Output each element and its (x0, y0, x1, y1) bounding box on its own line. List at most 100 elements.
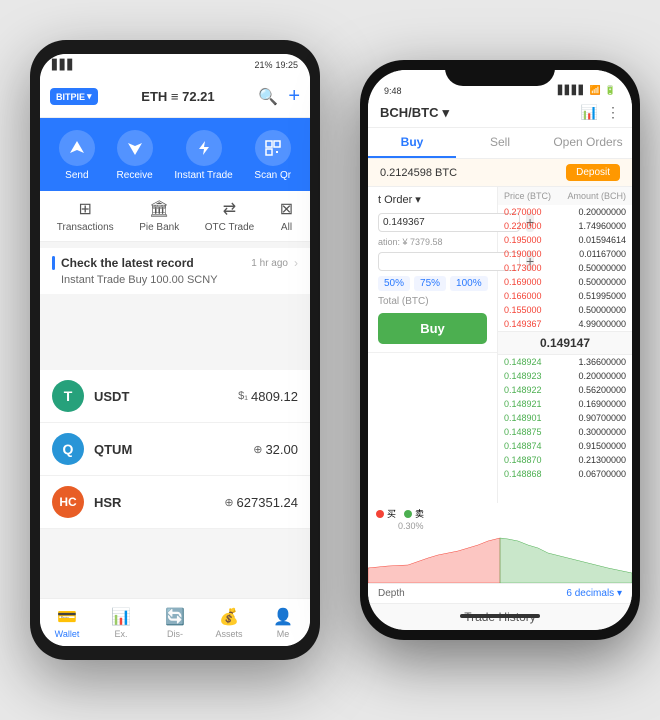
trading-header-icons: 📊 ⋮ (581, 104, 620, 121)
decimals-value: 6 decimals (566, 588, 614, 599)
legend-sell-text: 卖 (415, 507, 424, 520)
asks-list: 0.2700000.20000000 0.2200001.74960000 0.… (498, 205, 632, 331)
order-form-panel: t Order ▾ + ation: ¥ 7379.58 (368, 187, 498, 503)
ask-row: 0.2200001.74960000 (498, 219, 632, 233)
price-row: + (378, 212, 487, 232)
decimals-arrow: ▾ (617, 588, 622, 599)
bottom-nav-wallet[interactable]: 💳 Wallet (40, 607, 94, 637)
ask-row: 0.1550000.50000000 (498, 303, 632, 317)
instant-trade-label: Instant Trade (174, 170, 232, 181)
ios-phone: 9:48 ▋▋▋▋ 📶 🔋 BCH/BTC ▾ 📊 ⋮ (360, 60, 640, 640)
hsr-symbol: ⊕ (224, 496, 233, 509)
bottom-nav-me[interactable]: 👤 Me (256, 607, 310, 637)
order-type-text: t Order (378, 194, 412, 206)
order-type-label[interactable]: t Order ▾ (378, 193, 421, 206)
usdt-amount: $₁ 4809.12 (238, 389, 298, 404)
add-icon[interactable]: + (288, 85, 300, 108)
otc-trade-icon: ⇄ (223, 199, 236, 219)
receive-icon (117, 130, 153, 166)
ios-wifi: 📶 (590, 85, 601, 96)
send-label: Send (65, 170, 88, 181)
activity-time: 1 hr ago (251, 258, 288, 269)
asset-list: T USDT $₁ 4809.12 Q QTUM ⊕ 32.00 (40, 370, 310, 529)
wallet-label: Wallet (55, 629, 80, 637)
ios-time: 9:48 (384, 86, 402, 96)
nav-otc-trade[interactable]: ⇄ OTC Trade (205, 199, 254, 233)
tab-open-orders[interactable]: Open Orders (544, 128, 632, 158)
trading-header: BCH/BTC ▾ 📊 ⋮ (368, 100, 632, 128)
legend-sell-dot (404, 510, 412, 518)
pct-buttons: 50% 75% 100% (378, 276, 487, 291)
notch (445, 60, 555, 86)
asset-usdt[interactable]: T USDT $₁ 4809.12 (40, 370, 310, 423)
order-book-panel: Price (BTC) Amount (BCH) 0.2700000.20000… (498, 187, 632, 503)
empty-area (40, 294, 310, 364)
asset-hsr[interactable]: HC HSR ⊕ 627351.24 (40, 476, 310, 529)
action-scan-qr[interactable]: Scan Qr (254, 130, 291, 181)
trading-pair[interactable]: BCH/BTC ▾ (380, 105, 449, 121)
hsr-name: HSR (94, 495, 214, 510)
bid-row: 0.1488740.91500000 (498, 439, 632, 453)
ob-price-header: Price (BTC) (504, 191, 551, 201)
chart-legend: 买 卖 (376, 507, 424, 520)
bottom-nav-dis[interactable]: 🔄 Dis- (148, 607, 202, 637)
action-receive[interactable]: Receive (117, 130, 153, 181)
legend-buy-dot (376, 510, 384, 518)
ob-header: Price (BTC) Amount (BCH) (498, 187, 632, 205)
assets-icon: 💰 (219, 607, 239, 627)
legend-sell: 卖 (404, 507, 424, 520)
estimation-row: ation: ¥ 7379.58 (378, 237, 487, 251)
asset-qtum[interactable]: Q QTUM ⊕ 32.00 (40, 423, 310, 476)
chart-icon[interactable]: 📊 (581, 104, 598, 121)
pct-75[interactable]: 75% (414, 276, 446, 291)
ask-row: 0.1493674.99000000 (498, 317, 632, 331)
pct-100[interactable]: 100% (450, 276, 488, 291)
scan-qr-label: Scan Qr (254, 170, 291, 181)
chart-area: 买 卖 0.30% (368, 503, 632, 583)
more-icon[interactable]: ⋮ (606, 104, 620, 121)
status-left: ▋▋▋ (52, 60, 75, 71)
bid-row: 0.1488680.06700000 (498, 467, 632, 481)
wallet-icon: 💳 (57, 607, 77, 627)
bid-row: 0.1489230.20000000 (498, 369, 632, 383)
tab-buy[interactable]: Buy (368, 128, 456, 158)
signal-icon: ▋▋▋ (52, 60, 75, 71)
activity-desc: Instant Trade Buy 100.00 SCNY (52, 274, 298, 286)
deposit-button[interactable]: Deposit (566, 164, 620, 181)
status-right: 21% 19:25 (254, 60, 298, 70)
all-icon: ⊠ (280, 199, 293, 219)
action-send[interactable]: Send (59, 130, 95, 181)
bottom-nav-ex[interactable]: 📊 Ex. (94, 607, 148, 637)
ios-status-icons: ▋▋▋▋ 📶 🔋 (558, 85, 616, 96)
hsr-amount: ⊕ 627351.24 (224, 495, 298, 510)
nav-pie-bank[interactable]: 🏛 Pie Bank (139, 199, 179, 233)
usdt-symbol: $₁ (238, 390, 248, 402)
ask-row: 0.1730000.50000000 (498, 261, 632, 275)
search-icon[interactable]: 🔍 (258, 87, 278, 107)
bottom-nav: 💳 Wallet 📊 Ex. 🔄 Dis- 💰 Assets (40, 598, 310, 636)
tab-sell[interactable]: Sell (456, 128, 544, 158)
nav-all[interactable]: ⊠ All (280, 199, 293, 233)
buy-button[interactable]: Buy (378, 313, 487, 344)
decimals-select[interactable]: 6 decimals ▾ (566, 588, 622, 599)
action-instant-trade[interactable]: Instant Trade (174, 130, 232, 181)
me-label: Me (277, 629, 290, 637)
pct-50[interactable]: 50% (378, 276, 410, 291)
transactions-icon: ⊞ (79, 199, 92, 219)
qtum-symbol: ⊕ (253, 443, 262, 456)
ask-row: 0.1690000.50000000 (498, 275, 632, 289)
bottom-nav-assets[interactable]: 💰 Assets (202, 607, 256, 637)
home-indicator (460, 614, 540, 618)
scan-qr-icon (255, 130, 291, 166)
main-content: t Order ▾ + ation: ¥ 7379.58 (368, 187, 632, 503)
depth-label: Depth (378, 588, 405, 599)
ask-row: 0.1660000.51995000 (498, 289, 632, 303)
usdt-logo: T (52, 380, 84, 412)
total-row: Total (BTC) (378, 296, 487, 307)
hsr-value: 627351.24 (237, 495, 298, 510)
dis-label: Dis- (167, 629, 183, 637)
usdt-value: 4809.12 (251, 389, 298, 404)
bitpie-logo[interactable]: BITPIE ▾ (50, 88, 98, 105)
nav-transactions[interactable]: ⊞ Transactions (57, 199, 114, 233)
logo-arrow: ▾ (87, 91, 92, 102)
